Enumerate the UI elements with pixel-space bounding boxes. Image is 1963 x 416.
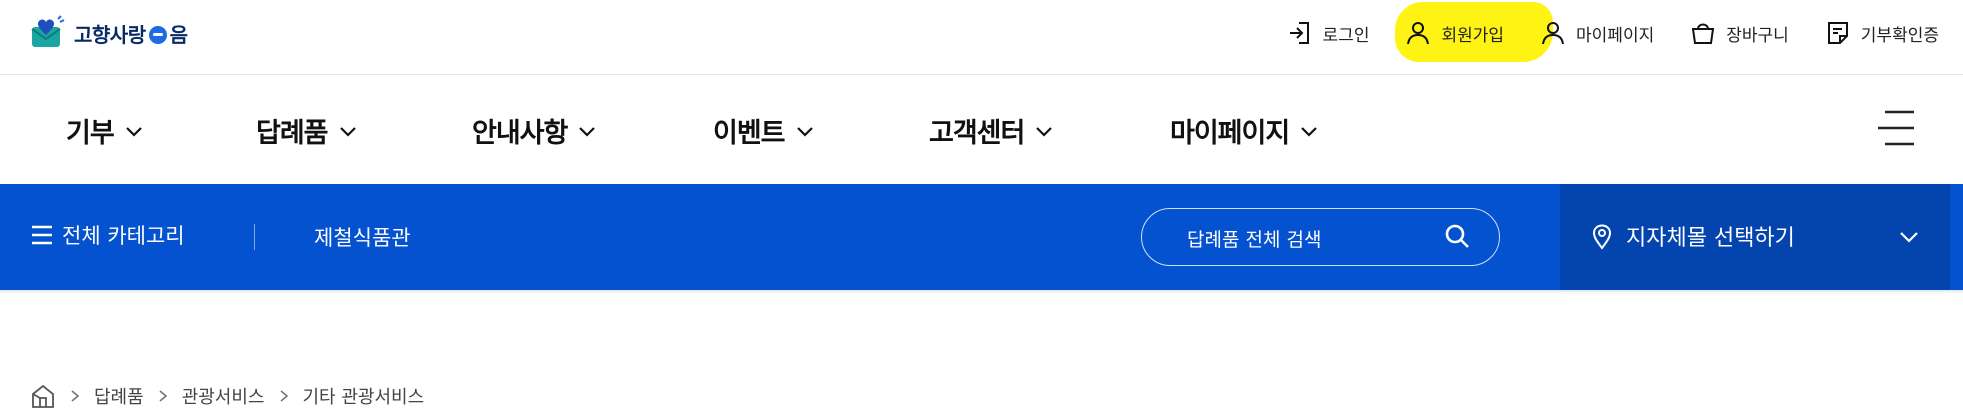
chevron-down-icon: [339, 126, 356, 137]
search-input[interactable]: 답례품 전체 검색: [1141, 208, 1500, 266]
cart-icon: [1692, 23, 1715, 44]
all-category-label: 전체 카테고리: [62, 224, 185, 248]
chevron-down-icon: [1900, 232, 1918, 243]
login-link[interactable]: 로그인: [1287, 20, 1370, 46]
site-logo[interactable]: 고향사랑 음: [30, 14, 188, 52]
all-category-button[interactable]: 전체 카테고리: [30, 220, 185, 250]
cart-link[interactable]: 장바구니: [1690, 20, 1789, 46]
logo-text: 고향사랑 음: [74, 19, 188, 48]
heart-mail-logo-icon: [31, 15, 65, 47]
menu-icon: [32, 225, 52, 245]
gnb-item-gifts[interactable]: 답례품: [256, 111, 358, 150]
gnb-label: 안내사항: [472, 118, 568, 149]
login-icon: [1289, 22, 1309, 44]
gnb-item-notice[interactable]: 안내사항: [472, 111, 597, 150]
chevron-right-icon: [279, 390, 288, 402]
chevron-right-icon: [71, 390, 80, 402]
chevron-down-icon: [579, 126, 596, 137]
bar-shadow: [0, 290, 1963, 294]
chevron-down-icon: [1301, 126, 1317, 137]
utility-menu: 로그인 회원가입 마이페이지 장바구니 기부확인증: [1251, 0, 1939, 66]
chevron-down-icon: [125, 126, 142, 137]
search-icon[interactable]: [1443, 222, 1471, 250]
cart-label: 장바구니: [1726, 25, 1789, 46]
region-mall-select[interactable]: 지자체몰 선택하기: [1560, 184, 1950, 290]
gnb-item-donation[interactable]: 기부: [66, 111, 144, 150]
seasonal-food-link[interactable]: 제철식품관: [314, 222, 411, 252]
region-select-label: 지자체몰 선택하기: [1626, 226, 1795, 251]
search-placeholder: 답례품 전체 검색: [1187, 229, 1322, 251]
location-pin-icon: [1592, 224, 1612, 250]
certificate-label: 기부확인증: [1860, 25, 1939, 46]
login-label: 로그인: [1322, 25, 1370, 46]
breadcrumb-item[interactable]: 기타 관광서비스: [303, 383, 425, 409]
home-icon[interactable]: [30, 383, 56, 409]
gnb-item-mypage[interactable]: 마이페이지: [1170, 111, 1319, 150]
breadcrumb: 답례품 관광서비스 기타 관광서비스: [30, 383, 424, 409]
user-icon: [1407, 22, 1430, 45]
global-navigation: 기부 답례품 안내사항 이벤트 고객센터 마이페이지: [0, 75, 1963, 184]
breadcrumb-item[interactable]: 답례품: [94, 383, 144, 409]
logo-e-icon: [148, 25, 167, 44]
signup-link[interactable]: 회원가입: [1395, 2, 1553, 62]
logo-text-after: 음: [169, 22, 188, 47]
gnb-item-event[interactable]: 이벤트: [713, 111, 815, 150]
bar-edge: [1950, 184, 1963, 290]
gnb-item-customer-center[interactable]: 고객센터: [929, 111, 1054, 150]
category-search-bar: 전체 카테고리 제철식품관 답례품 전체 검색 지자체몰 선택하기: [0, 184, 1963, 290]
gnb-label: 답례품: [256, 118, 329, 149]
user-icon: [1542, 22, 1565, 45]
gnb-label: 마이페이지: [1170, 118, 1290, 149]
gnb-label: 기부: [66, 118, 115, 149]
divider: [254, 224, 255, 250]
top-utility-bar: 고향사랑 음 로그인 회원가입 마이페이지 장바구니 기부확인증: [0, 0, 1963, 75]
chevron-right-icon: [159, 390, 167, 402]
gnb-label: 이벤트: [713, 118, 786, 149]
chevron-down-icon: [1036, 126, 1053, 137]
chevron-down-icon: [796, 126, 813, 137]
signup-label: 회원가입: [1441, 25, 1505, 46]
donation-certificate-link[interactable]: 기부확인증: [1825, 20, 1939, 46]
mypage-label: 마이페이지: [1576, 25, 1655, 46]
certificate-icon: [1827, 22, 1848, 44]
gnb-label: 고객센터: [929, 118, 1025, 149]
mypage-link[interactable]: 마이페이지: [1540, 20, 1654, 46]
logo-text-before: 고향사랑: [74, 22, 146, 47]
breadcrumb-item[interactable]: 관광서비스: [182, 383, 265, 409]
hamburger-menu-icon[interactable]: [1877, 108, 1915, 148]
